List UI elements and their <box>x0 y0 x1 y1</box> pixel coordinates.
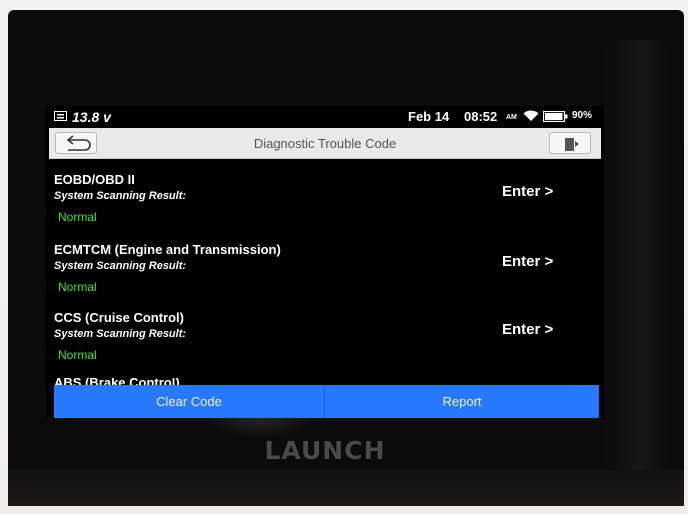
tablet-bezel <box>600 40 670 480</box>
system-name: CCS (Cruise Control) <box>54 310 184 325</box>
title-bar: Diagnostic Trouble Code <box>49 128 601 159</box>
system-row-ccs[interactable]: CCS (Cruise Control) System Scanning Res… <box>46 304 604 372</box>
clear-code-button[interactable]: Clear Code <box>54 385 324 418</box>
scan-result-label: System Scanning Result: <box>54 328 187 340</box>
status-bar: 13.8 v Feb 14 08:52 AM 90% <box>46 106 604 127</box>
status-ampm: AM <box>506 114 517 121</box>
tablet-base <box>8 470 684 506</box>
enter-button[interactable]: Enter > <box>502 253 553 270</box>
battery-percent: 90% <box>572 110 593 121</box>
status-date: Feb 14 <box>408 109 450 124</box>
system-row-eobd[interactable]: EOBD/OBD II System Scanning Result: Norm… <box>46 166 604 234</box>
voltage-readout: 13.8 v <box>72 109 111 125</box>
brand-logo: LAUNCH <box>264 436 386 465</box>
page-title: Diagnostic Trouble Code <box>253 136 397 151</box>
system-list: EOBD/OBD II System Scanning Result: Norm… <box>46 166 604 386</box>
scan-result-label: System Scanning Result: <box>54 260 187 272</box>
wifi-icon <box>523 110 539 121</box>
battery-icon <box>543 111 568 122</box>
exit-button[interactable] <box>549 132 591 154</box>
system-row-ecmtcm[interactable]: ECMTCM (Engine and Transmission) System … <box>46 236 604 304</box>
system-name: ECMTCM (Engine and Transmission) <box>54 242 281 257</box>
report-button[interactable]: Report <box>325 385 599 418</box>
action-bar: Clear Code Report <box>54 385 599 418</box>
exit-icon <box>565 138 579 151</box>
scan-result-label: System Scanning Result: <box>54 190 187 202</box>
enter-button[interactable]: Enter > <box>502 183 553 200</box>
scan-status: Normal <box>58 280 97 294</box>
system-name: EOBD/OBD II <box>54 172 135 187</box>
vehicle-voltage-icon <box>54 111 67 121</box>
enter-button[interactable]: Enter > <box>502 321 553 338</box>
tablet-screen: 13.8 v Feb 14 08:52 AM 90% Diagnostic Tr… <box>46 106 604 418</box>
status-time: 08:52 <box>464 109 498 124</box>
scan-status: Normal <box>58 210 97 224</box>
scan-status: Normal <box>58 348 97 362</box>
